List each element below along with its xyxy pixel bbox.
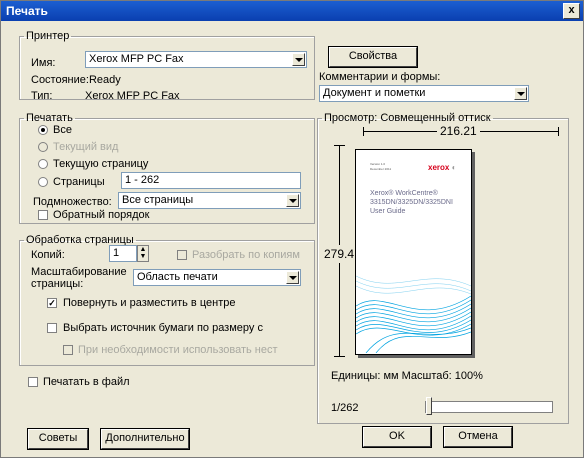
height-dimension-tick-bottom	[334, 356, 345, 357]
preview-legend: Просмотр: Совмещенный оттиск	[324, 112, 491, 124]
page-slider-track[interactable]	[425, 401, 553, 413]
advanced-button[interactable]: Дополнительно	[100, 428, 190, 450]
subset-label: Подмножество:	[33, 196, 112, 208]
preview-width: 216.21	[437, 124, 480, 138]
chevron-down-icon[interactable]	[292, 53, 305, 66]
comments-select[interactable]: Документ и пометки	[319, 85, 529, 102]
paper-source-checkbox[interactable]	[47, 323, 57, 333]
copies-label: Копий:	[31, 249, 65, 261]
print-to-file-label: Печатать в файл	[43, 376, 130, 388]
printer-type-label: Тип:	[31, 90, 53, 102]
ok-button[interactable]: OK	[362, 426, 432, 448]
radio-pages[interactable]	[38, 177, 48, 187]
properties-button[interactable]: Свойства	[328, 46, 418, 68]
width-dimension-tick-left	[363, 127, 364, 136]
printer-name-select[interactable]: Xerox MFP PC Fax	[85, 51, 307, 68]
radio-current-view	[38, 142, 48, 152]
comments-label: Комментарии и формы:	[319, 71, 441, 83]
doc-title-2: 3315DN/3325DN/3325DNI	[370, 199, 453, 206]
doc-title-3: User Guide	[370, 208, 406, 215]
doc-version: Version 1.0	[370, 162, 386, 166]
height-dimension-tick-top	[334, 145, 345, 146]
width-dimension-tick-right	[558, 127, 559, 136]
cancel-button[interactable]: Отмена	[443, 426, 513, 448]
xerox-logo: xerox ◐	[428, 163, 457, 172]
print-range-legend: Печатать	[26, 112, 73, 124]
close-button[interactable]: x	[563, 3, 580, 19]
wave-graphic	[356, 275, 471, 353]
radio-current-view-label: Текущий вид	[53, 141, 119, 153]
collate-checkbox	[177, 250, 187, 260]
doc-title-1: Xerox® WorkCentre®	[370, 190, 438, 197]
radio-current-page-label: Текущую страницу	[53, 158, 149, 170]
doc-date: December 2011	[370, 167, 392, 171]
units-scale-label: Единицы: мм Масштаб: 100%	[331, 370, 483, 382]
preview-height: 279.4	[324, 245, 355, 263]
rotate-center-label: Повернуть и разместить в центре	[63, 297, 236, 309]
window-title: Печать	[6, 4, 48, 18]
tips-button[interactable]: Советы	[27, 428, 89, 450]
rotate-center-checkbox[interactable]: ✓	[47, 298, 57, 308]
page-slider-thumb[interactable]	[426, 397, 432, 415]
reverse-order-checkbox[interactable]	[38, 210, 48, 220]
printer-name-value: Xerox MFP PC Fax	[89, 53, 184, 65]
printer-name-label: Имя:	[31, 57, 56, 69]
print-to-file-checkbox[interactable]	[28, 377, 38, 387]
scaling-label: Масштабирование	[31, 266, 127, 278]
radio-all[interactable]	[38, 125, 48, 135]
title-bar: Печать x	[1, 1, 583, 21]
comments-value: Документ и пометки	[323, 87, 426, 99]
pages-input[interactable]: 1 - 262	[121, 172, 301, 189]
print-dialog: Печать x Принтер Имя: Xerox MFP PC Fax С…	[0, 0, 584, 458]
scaling-select[interactable]: Область печати	[133, 269, 301, 286]
chevron-down-icon[interactable]	[514, 87, 527, 100]
preview-page: Version 1.0 December 2011 xerox ◐ Xerox®…	[355, 149, 472, 355]
paper-source-label: Выбрать источник бумаги по размеру с	[63, 322, 263, 334]
printer-legend: Принтер	[26, 30, 70, 42]
printer-status-label: Состояние:Ready	[31, 74, 121, 86]
scaling-value: Область печати	[137, 271, 218, 283]
reverse-order-label: Обратный порядок	[53, 209, 150, 221]
custom-size-label: При необходимости использовать нест	[78, 344, 278, 356]
subset-select[interactable]: Все страницы	[118, 192, 301, 209]
xerox-sphere-icon: ◐	[449, 163, 457, 172]
copies-input[interactable]: 1	[109, 245, 137, 262]
chevron-down-icon[interactable]	[286, 194, 299, 207]
scaling-label-2: страницы:	[31, 278, 84, 290]
custom-size-checkbox	[63, 345, 73, 355]
printer-status-value: Ready	[88, 74, 121, 86]
radio-pages-label: Страницы	[53, 176, 105, 188]
subset-value: Все страницы	[122, 194, 194, 206]
radio-current-page[interactable]	[38, 159, 48, 169]
chevron-down-icon[interactable]	[286, 271, 299, 284]
printer-type-value: Xerox MFP PC Fax	[85, 90, 180, 102]
page-indicator: 1/262	[331, 402, 359, 414]
copies-stepper[interactable]: ▲ ▼	[137, 245, 149, 262]
collate-label: Разобрать по копиям	[192, 249, 300, 261]
radio-all-label: Все	[53, 124, 72, 136]
